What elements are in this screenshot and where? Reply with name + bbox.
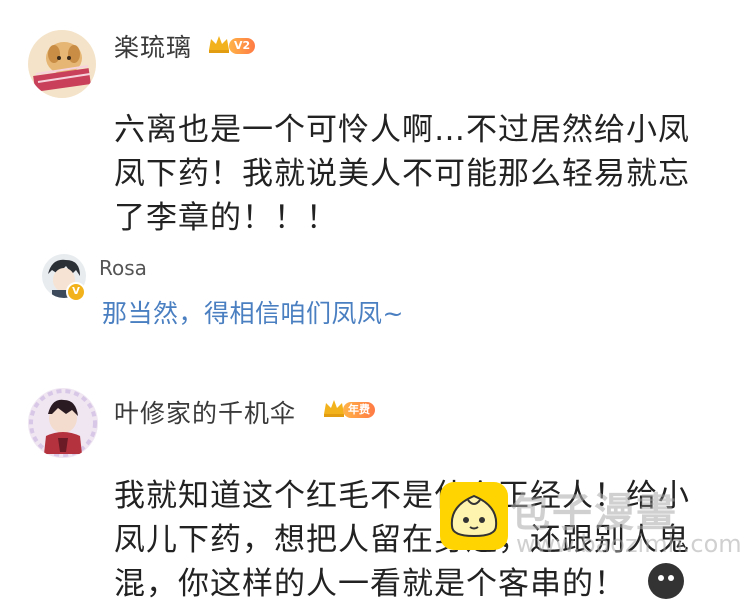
avatar-image-icon xyxy=(28,30,96,98)
user-avatar[interactable] xyxy=(28,388,98,458)
reply-text: 那当然，得相信咱们凤凤~ xyxy=(102,299,404,328)
emoji-face-icon xyxy=(648,563,684,599)
comment-username[interactable]: 叶修家的千机伞 xyxy=(114,394,296,430)
annual-vip-badge: 年费 xyxy=(343,402,375,418)
comment-text-line: 混，你这样的人一看就是个客串的！ xyxy=(114,566,626,602)
comment-text-line: 了李章的！！！ xyxy=(114,200,338,236)
comment-username[interactable]: 楽琉璃 xyxy=(114,28,192,64)
vip-level-badge: V2 xyxy=(229,38,256,54)
reply-username[interactable]: Rosa xyxy=(99,256,147,280)
verified-badge-icon: V xyxy=(66,282,86,302)
crown-icon xyxy=(209,36,229,53)
site-watermark: 包子漫畫 www.baozimh.com xyxy=(438,480,742,560)
avatar-image-icon xyxy=(28,388,98,458)
comment-text-line: 六离也是一个可怜人啊…不过居然给小凤 xyxy=(114,112,690,148)
watermark-url: www.baozimh.com xyxy=(516,530,742,558)
comment-text-line: 凤下药！我就说美人不可能那么轻易就忘 xyxy=(114,156,690,192)
user-avatar[interactable] xyxy=(28,30,96,98)
bun-logo-icon xyxy=(440,482,508,550)
